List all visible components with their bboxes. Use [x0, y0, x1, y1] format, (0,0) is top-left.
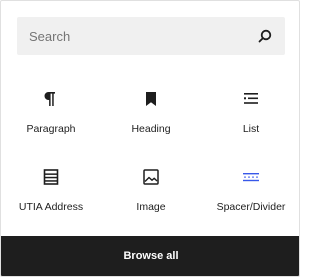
- spacer-divider-icon: [239, 165, 263, 189]
- browse-all-button[interactable]: Browse all: [1, 236, 299, 276]
- block-item-utia-address[interactable]: UTIA Address: [1, 151, 101, 229]
- list-icon: [239, 87, 263, 111]
- block-label: Image: [136, 201, 166, 213]
- search-icon[interactable]: [253, 24, 277, 48]
- block-item-paragraph[interactable]: Paragraph: [1, 73, 101, 151]
- block-inserter-popover: Paragraph Heading List: [0, 0, 300, 277]
- block-item-list[interactable]: List: [201, 73, 299, 151]
- block-label: Heading: [131, 123, 171, 135]
- block-label: Paragraph: [26, 123, 76, 135]
- block-label: UTIA Address: [18, 201, 84, 213]
- block-item-image[interactable]: Image: [101, 151, 201, 229]
- image-icon: [139, 165, 163, 189]
- block-grid: Paragraph Heading List UTIA Address Imag…: [1, 73, 299, 229]
- search-input[interactable]: [17, 17, 285, 55]
- bookmark-icon: [139, 87, 163, 111]
- block-item-spacer-divider[interactable]: Spacer/Divider: [201, 151, 299, 229]
- paragraph-icon: [39, 87, 63, 111]
- search-box: [17, 17, 285, 55]
- block-item-heading[interactable]: Heading: [101, 73, 201, 151]
- block-label: List: [242, 123, 260, 135]
- block-label: Spacer/Divider: [216, 201, 286, 213]
- table-list-icon: [39, 165, 63, 189]
